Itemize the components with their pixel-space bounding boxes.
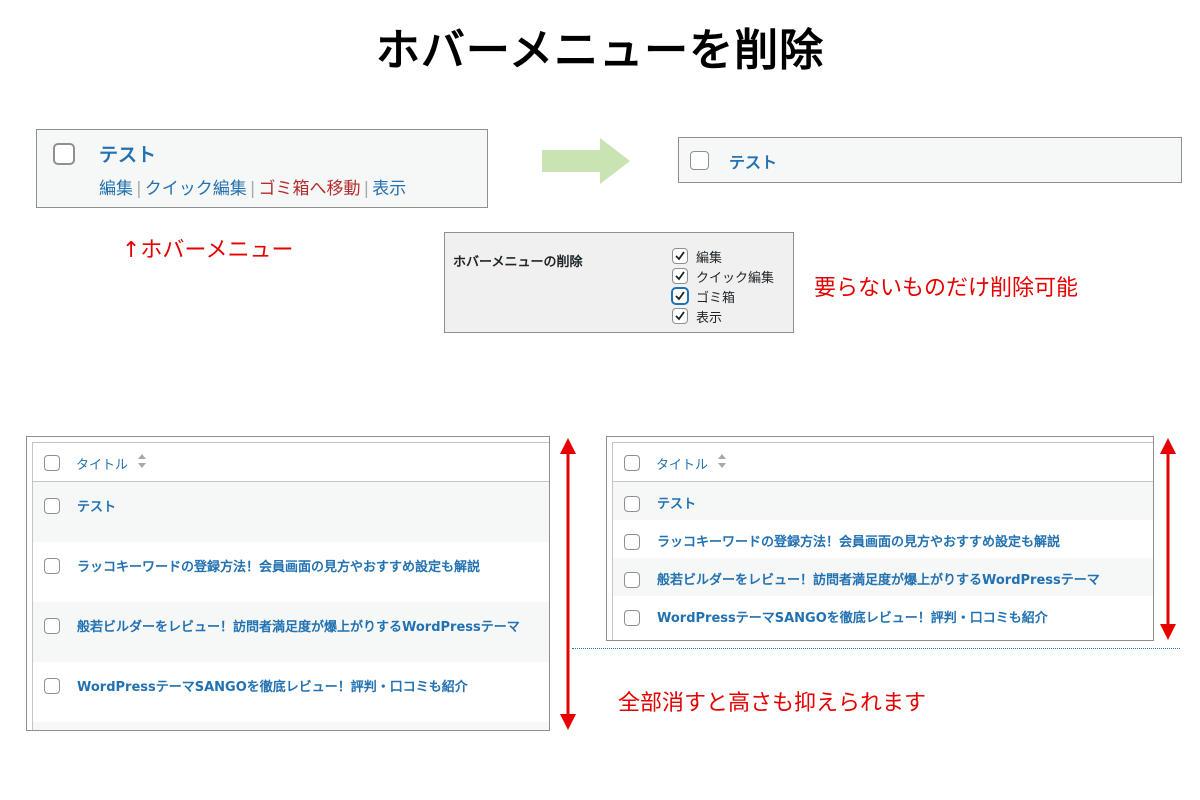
row-title-link[interactable]: ラッコキーワードの登録方法！会員画面の見方やおすすめ設定も解説 bbox=[77, 556, 480, 575]
separator: | bbox=[363, 179, 370, 199]
list-header: タイトル bbox=[613, 443, 1153, 482]
table-row bbox=[33, 722, 549, 730]
row-title-link[interactable]: テスト bbox=[77, 496, 116, 515]
settings-annotation: 要らないものだけ削除可能 bbox=[814, 276, 1079, 301]
row-title-link[interactable]: テスト bbox=[99, 140, 156, 167]
table-row: テスト bbox=[613, 482, 1153, 520]
option-label: 編集 bbox=[696, 250, 723, 266]
row-checkbox[interactable] bbox=[624, 534, 640, 550]
check-icon bbox=[675, 291, 685, 301]
option-label: クイック編集 bbox=[696, 270, 775, 286]
list-header: タイトル bbox=[33, 443, 549, 482]
hover-menu-annotation: ↑ホバーメニュー bbox=[122, 238, 294, 263]
row-checkbox[interactable] bbox=[44, 678, 60, 694]
height-annotation: 全部消すと高さも抑えられます bbox=[618, 691, 927, 716]
option-label: 表示 bbox=[696, 310, 723, 326]
row-actions: 編集 | クイック編集 | ゴミ箱へ移動 | 表示 bbox=[99, 174, 406, 199]
trash-link[interactable]: ゴミ箱へ移動 bbox=[258, 179, 360, 199]
option-trash[interactable]: ゴミ箱 bbox=[672, 286, 774, 306]
row-without-hover-menu: テスト bbox=[678, 137, 1182, 183]
row-checkbox[interactable] bbox=[624, 610, 640, 626]
row-title-link[interactable]: テスト bbox=[729, 149, 777, 173]
post-list-before: タイトル テスト ラッコキーワードの登録方法！会員画面の見方やおすすめ設定も解説… bbox=[26, 436, 550, 731]
checkbox-view[interactable] bbox=[672, 308, 688, 324]
row-checkbox[interactable] bbox=[44, 618, 60, 634]
height-guide-line bbox=[572, 648, 1180, 649]
table-row: 般若ビルダーをレビュー！訪問者満足度が爆上がりするWordPressテーマ bbox=[613, 558, 1153, 596]
table-row: テスト bbox=[33, 482, 549, 542]
quick-edit-link[interactable]: クイック編集 bbox=[145, 179, 247, 199]
row-checkbox[interactable] bbox=[44, 498, 60, 514]
row-checkbox[interactable] bbox=[624, 496, 640, 512]
separator: | bbox=[249, 179, 256, 199]
page-title: ホバーメニューを削除 bbox=[375, 25, 825, 76]
checkbox-quick-edit[interactable] bbox=[672, 268, 688, 284]
row-with-hover-menu: テスト 編集 | クイック編集 | ゴミ箱へ移動 | 表示 bbox=[36, 129, 488, 208]
column-title[interactable]: タイトル bbox=[76, 454, 128, 473]
check-icon bbox=[675, 251, 685, 261]
row-checkbox[interactable] bbox=[44, 558, 60, 574]
right-arrow-icon bbox=[542, 138, 630, 184]
row-checkbox[interactable] bbox=[53, 143, 75, 165]
select-all-checkbox[interactable] bbox=[44, 455, 60, 471]
height-arrow-icon bbox=[560, 438, 576, 730]
row-title-link[interactable]: WordPressテーマSANGOを徹底レビュー！評判・口コミも紹介 bbox=[77, 676, 468, 695]
settings-label: ホバーメニューの削除 bbox=[453, 255, 583, 270]
option-edit[interactable]: 編集 bbox=[672, 246, 774, 266]
post-list-after: タイトル テスト ラッコキーワードの登録方法！会員画面の見方やおすすめ設定も解説… bbox=[606, 436, 1154, 641]
row-checkbox[interactable] bbox=[690, 151, 709, 170]
edit-link[interactable]: 編集 bbox=[99, 179, 133, 199]
height-arrow-icon bbox=[1160, 438, 1176, 640]
check-icon bbox=[675, 311, 685, 321]
row-title-link[interactable]: ラッコキーワードの登録方法！会員画面の見方やおすすめ設定も解説 bbox=[657, 531, 1060, 550]
table-row: WordPressテーマSANGOを徹底レビュー！評判・口コミも紹介 bbox=[613, 596, 1153, 634]
table-row: WordPressテーマSANGOを徹底レビュー！評判・口コミも紹介 bbox=[33, 662, 549, 722]
table-row: ラッコキーワードの登録方法！会員画面の見方やおすすめ設定も解説 bbox=[33, 542, 549, 602]
row-title-link[interactable]: 般若ビルダーをレビュー！訪問者満足度が爆上がりするWordPressテーマ bbox=[77, 616, 520, 635]
option-view[interactable]: 表示 bbox=[672, 306, 774, 326]
option-label: ゴミ箱 bbox=[696, 290, 736, 306]
sort-icon[interactable] bbox=[137, 452, 147, 470]
table-row: ラッコキーワードの登録方法！会員画面の見方やおすすめ設定も解説 bbox=[613, 520, 1153, 558]
sort-icon[interactable] bbox=[717, 452, 727, 470]
check-icon bbox=[675, 271, 685, 281]
settings-panel: ホバーメニューの削除 編集 クイック編集 ゴミ箱 表示 bbox=[444, 232, 794, 333]
settings-options: 編集 クイック編集 ゴミ箱 表示 bbox=[672, 246, 774, 326]
row-checkbox[interactable] bbox=[624, 572, 640, 588]
table-row: 般若ビルダーをレビュー！訪問者満足度が爆上がりするWordPressテーマ bbox=[33, 602, 549, 662]
column-title[interactable]: タイトル bbox=[656, 454, 708, 473]
separator: | bbox=[136, 179, 142, 199]
row-title-link[interactable]: テスト bbox=[657, 493, 696, 512]
row-title-link[interactable]: 般若ビルダーをレビュー！訪問者満足度が爆上がりするWordPressテーマ bbox=[657, 569, 1100, 588]
checkbox-trash[interactable] bbox=[672, 288, 688, 304]
row-title-link[interactable]: WordPressテーマSANGOを徹底レビュー！評判・口コミも紹介 bbox=[657, 607, 1048, 626]
view-link[interactable]: 表示 bbox=[372, 179, 406, 199]
select-all-checkbox[interactable] bbox=[624, 455, 640, 471]
option-quick-edit[interactable]: クイック編集 bbox=[672, 266, 774, 286]
checkbox-edit[interactable] bbox=[672, 248, 688, 264]
